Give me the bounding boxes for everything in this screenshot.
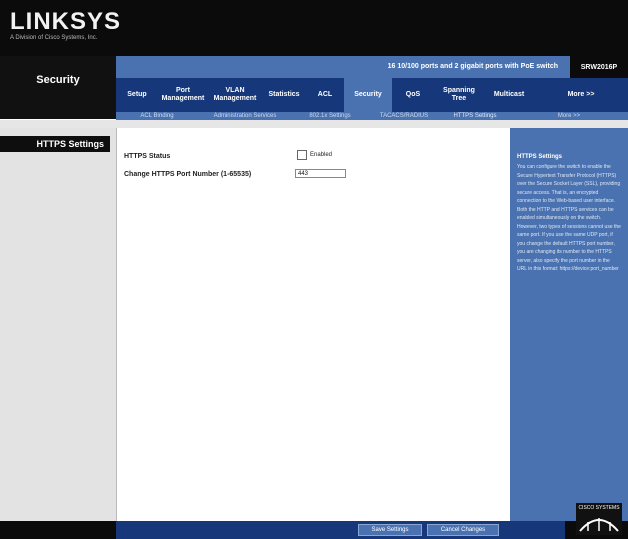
cisco-logo: CISCO SYSTEMS: [576, 503, 622, 535]
main-tabs: Setup Port Management VLAN Management St…: [116, 78, 628, 112]
model-name: SRW2016P: [570, 56, 628, 78]
product-description: 16 10/100 ports and 2 gigabit ports with…: [387, 63, 558, 70]
separator-strip: [0, 120, 628, 128]
sidebar-item-https-settings[interactable]: HTTPS Settings: [0, 136, 110, 152]
subtab-https-settings[interactable]: HTTPS Settings: [440, 113, 510, 119]
product-bar: 16 10/100 ports and 2 gigabit ports with…: [116, 56, 628, 78]
logo-text: LINKSYS: [10, 8, 122, 35]
tab-security[interactable]: Security: [344, 78, 392, 112]
https-port-label: Change HTTPS Port Number (1-65535): [124, 171, 252, 178]
tab-more[interactable]: More >>: [534, 78, 628, 112]
help-body: You can configure the switch to enable t…: [517, 164, 621, 272]
save-settings-button[interactable]: Save Settings: [358, 524, 422, 536]
tab-statistics[interactable]: Statistics: [262, 78, 306, 112]
tab-setup[interactable]: Setup: [116, 78, 158, 112]
https-port-input[interactable]: 443: [295, 169, 346, 178]
tab-spanning-tree[interactable]: Spanning Tree: [434, 78, 484, 112]
https-status-label: HTTPS Status: [124, 153, 171, 160]
main-content: HTTPS Status Enabled Change HTTPS Port N…: [116, 128, 512, 521]
section-title: Security: [36, 74, 80, 86]
tab-multicast[interactable]: Multicast: [484, 78, 534, 112]
footer-left-block: [0, 521, 116, 539]
tab-port-management[interactable]: Port Management: [158, 78, 208, 112]
section-header-panel: [0, 56, 116, 119]
sub-tabs: ACL Binding Administration Services 802.…: [116, 112, 628, 120]
sidebar: HTTPS Settings: [0, 128, 116, 521]
subtab-administration-services[interactable]: Administration Services: [198, 113, 292, 119]
help-panel: HTTPS Settings You can configure the swi…: [510, 128, 628, 521]
linksys-logo: LINKSYS A Division of Cisco Systems, Inc…: [10, 9, 120, 43]
tab-vlan-management[interactable]: VLAN Management: [208, 78, 262, 112]
https-status-control: Enabled: [297, 150, 332, 160]
logo-subtitle: A Division of Cisco Systems, Inc.: [10, 35, 98, 41]
subtab-8021x-settings[interactable]: 802.1x Settings: [292, 113, 368, 119]
tab-qos[interactable]: QoS: [392, 78, 434, 112]
subtab-acl-binding[interactable]: ACL Binding: [116, 113, 198, 119]
help-title: HTTPS Settings: [517, 154, 563, 160]
tab-acl[interactable]: ACL: [306, 78, 344, 112]
header: LINKSYS A Division of Cisco Systems, Inc…: [0, 0, 628, 56]
footer-bar: Save Settings Cancel Changes: [0, 521, 628, 539]
subtab-tacacs-radius[interactable]: TACACS/RADIUS: [368, 113, 440, 119]
subtab-more[interactable]: More >>: [510, 113, 628, 119]
cisco-bridge-icon: [579, 518, 619, 532]
https-enabled-checkbox[interactable]: [297, 150, 307, 160]
cancel-changes-button[interactable]: Cancel Changes: [427, 524, 499, 536]
https-enabled-label: Enabled: [310, 152, 333, 158]
